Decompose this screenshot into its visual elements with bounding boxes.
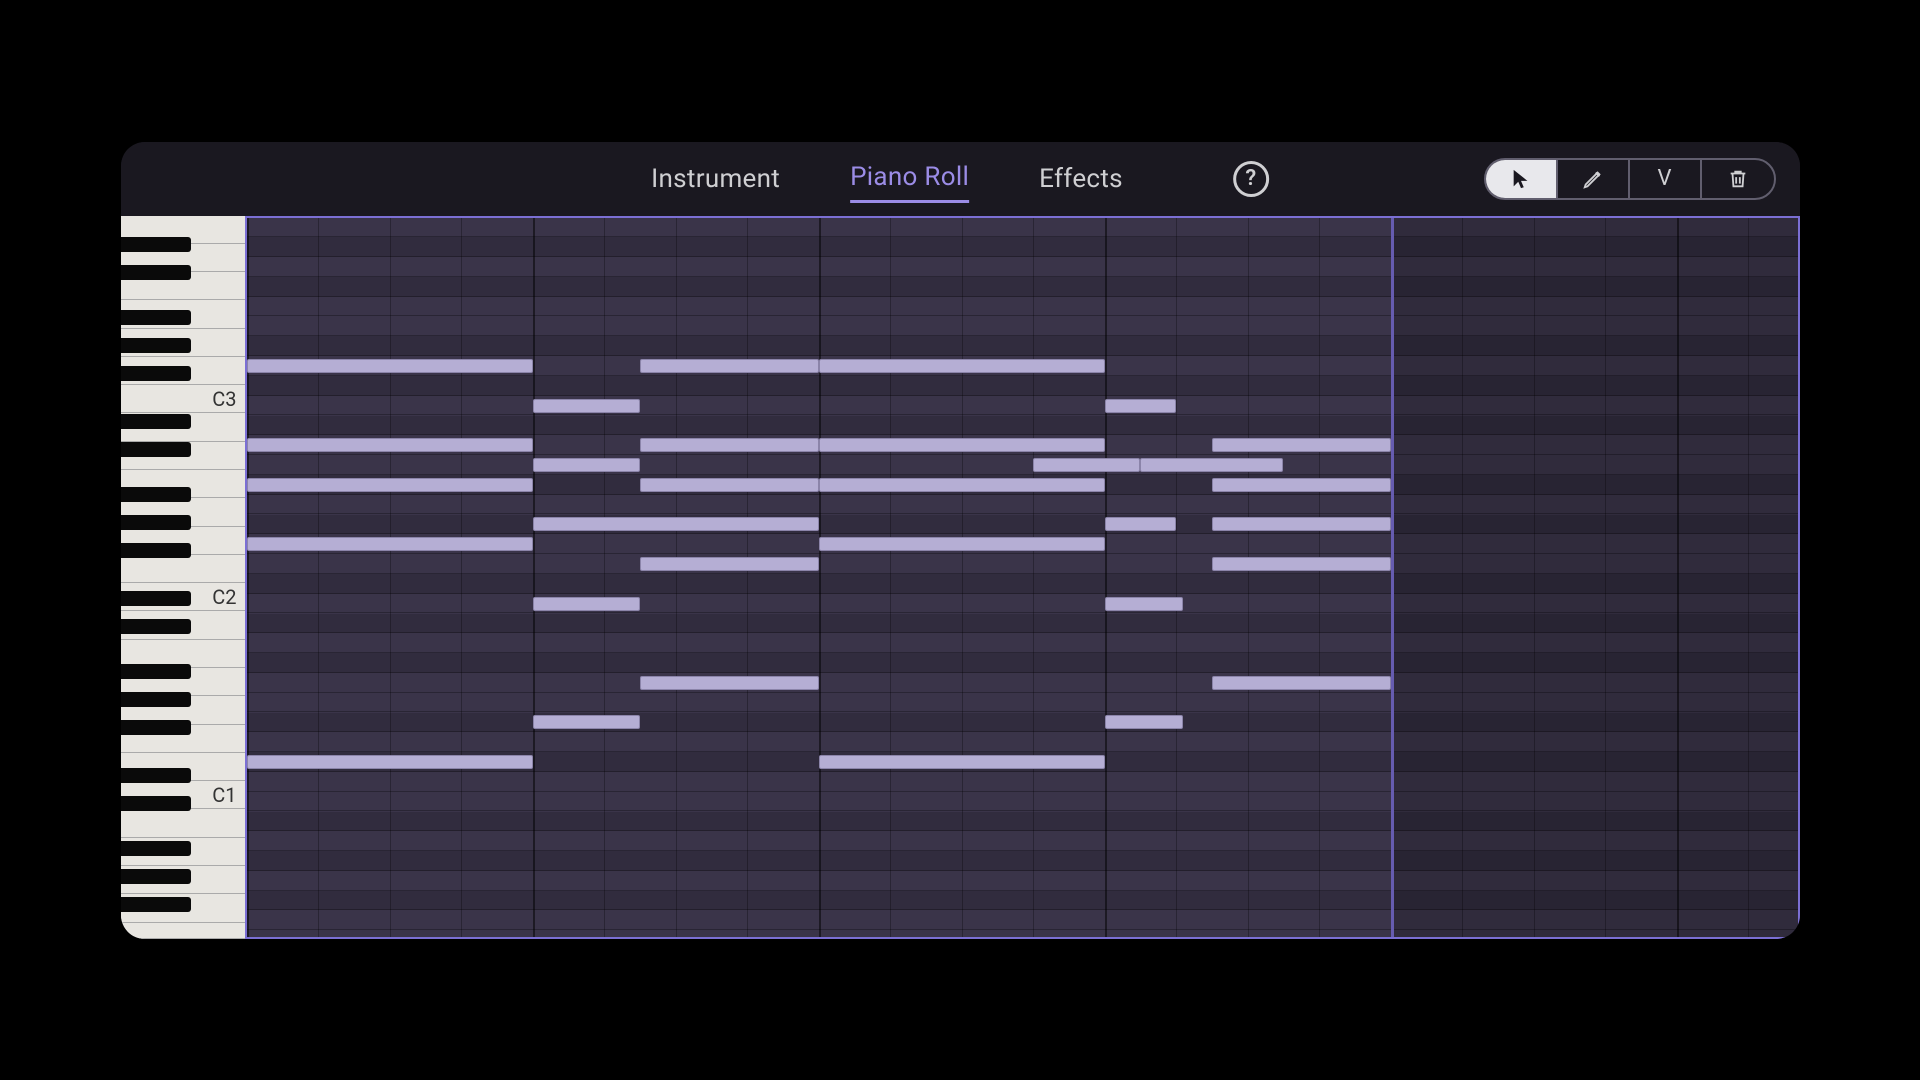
topbar: Instrument Piano Roll Effects ? V: [121, 142, 1800, 216]
midi-note[interactable]: [819, 755, 1105, 769]
midi-note[interactable]: [533, 458, 640, 472]
midi-note[interactable]: [1033, 458, 1140, 472]
midi-note[interactable]: [819, 438, 1105, 452]
midi-note[interactable]: [640, 359, 819, 373]
black-key[interactable]: [121, 692, 192, 707]
pointer-icon: [1510, 168, 1532, 190]
pencil-tool-button[interactable]: [1558, 160, 1630, 198]
black-key[interactable]: [121, 619, 192, 634]
midi-note[interactable]: [819, 478, 1105, 492]
midi-note[interactable]: [1212, 676, 1391, 690]
midi-note[interactable]: [247, 438, 533, 452]
grid-line: [676, 218, 677, 937]
grid-line: [1319, 218, 1320, 937]
inactive-region: [1391, 218, 1798, 937]
grid-line: [318, 218, 319, 937]
black-key[interactable]: [121, 591, 192, 606]
tab-group: Instrument Piano Roll Effects ?: [651, 154, 1269, 203]
white-key[interactable]: [121, 555, 245, 583]
grid-line: [247, 218, 249, 937]
white-key[interactable]: [121, 810, 245, 838]
white-key[interactable]: [121, 923, 245, 939]
tool-group: V: [1484, 158, 1776, 200]
tab-instrument[interactable]: Instrument: [651, 156, 780, 202]
piano-roll-area: C3C2C1: [121, 216, 1800, 939]
midi-note[interactable]: [1140, 458, 1283, 472]
grid-line: [1033, 218, 1034, 937]
grid-line: [890, 218, 891, 937]
black-key[interactable]: [121, 515, 192, 530]
black-key[interactable]: [121, 796, 192, 811]
midi-note[interactable]: [1212, 478, 1391, 492]
midi-note[interactable]: [640, 438, 819, 452]
midi-note[interactable]: [247, 755, 533, 769]
help-button[interactable]: ?: [1233, 161, 1269, 197]
tab-piano-roll[interactable]: Piano Roll: [850, 154, 969, 203]
black-key[interactable]: [121, 664, 192, 679]
grid-line: [1105, 218, 1107, 937]
midi-note[interactable]: [247, 359, 533, 373]
black-key[interactable]: [121, 366, 192, 381]
midi-note[interactable]: [1105, 399, 1177, 413]
midi-note[interactable]: [640, 676, 819, 690]
black-key[interactable]: [121, 265, 192, 280]
pencil-icon: [1582, 168, 1604, 190]
black-key[interactable]: [121, 237, 192, 252]
midi-note[interactable]: [1105, 597, 1184, 611]
midi-note[interactable]: [819, 359, 1105, 373]
trash-icon: [1727, 168, 1749, 190]
black-key[interactable]: [121, 841, 192, 856]
grid-line: [604, 218, 605, 937]
midi-note[interactable]: [1212, 517, 1391, 531]
midi-note[interactable]: [819, 537, 1105, 551]
midi-note[interactable]: [1212, 438, 1391, 452]
black-key[interactable]: [121, 897, 192, 912]
midi-note[interactable]: [640, 557, 819, 571]
pointer-tool-button[interactable]: [1486, 160, 1558, 198]
midi-note[interactable]: [640, 478, 819, 492]
velocity-tool-button[interactable]: V: [1630, 160, 1702, 198]
midi-note[interactable]: [1105, 715, 1184, 729]
midi-note[interactable]: [533, 715, 640, 729]
black-key[interactable]: [121, 869, 192, 884]
grid-line: [533, 218, 535, 937]
midi-note[interactable]: [247, 478, 533, 492]
black-key[interactable]: [121, 487, 192, 502]
midi-note[interactable]: [1105, 517, 1177, 531]
grid-line: [819, 218, 821, 937]
black-key[interactable]: [121, 442, 192, 457]
grid-line: [747, 218, 748, 937]
tab-effects[interactable]: Effects: [1039, 156, 1123, 202]
velocity-icon: V: [1657, 166, 1671, 191]
grid-line: [962, 218, 963, 937]
grid-line: [461, 218, 462, 937]
midi-note[interactable]: [533, 597, 640, 611]
black-key[interactable]: [121, 543, 192, 558]
app-window: Instrument Piano Roll Effects ? V C3C2C1: [121, 142, 1800, 939]
black-key[interactable]: [121, 720, 192, 735]
piano-keyboard[interactable]: C3C2C1: [121, 216, 245, 939]
black-key[interactable]: [121, 768, 192, 783]
grid-line: [390, 218, 391, 937]
black-key[interactable]: [121, 310, 192, 325]
delete-tool-button[interactable]: [1702, 160, 1774, 198]
midi-note[interactable]: [1212, 557, 1391, 571]
midi-note[interactable]: [533, 517, 819, 531]
midi-note[interactable]: [247, 537, 533, 551]
grid-line: [1176, 218, 1177, 937]
black-key[interactable]: [121, 414, 192, 429]
note-grid[interactable]: [245, 216, 1800, 939]
black-key[interactable]: [121, 338, 192, 353]
midi-note[interactable]: [533, 399, 640, 413]
grid-line: [1248, 218, 1249, 937]
white-key-c3[interactable]: C3: [121, 385, 245, 413]
